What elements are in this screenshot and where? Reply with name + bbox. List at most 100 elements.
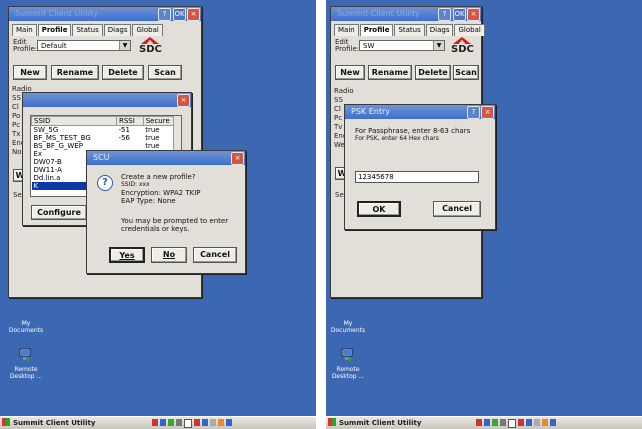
tab-status[interactable]: Status — [72, 24, 103, 36]
sdc-logo-text-2: SDC — [451, 44, 474, 55]
tray-icon-3[interactable] — [492, 419, 498, 426]
psk-ok-button[interactable]: OK — [357, 201, 401, 217]
tray-icon-6[interactable] — [194, 419, 200, 426]
table-row[interactable]: SW_5G -51 true — [32, 126, 181, 135]
tray-icon-6[interactable] — [518, 419, 524, 426]
start-button[interactable]: Summit Client Utility — [2, 418, 95, 427]
main-titlebar: Summit Client Utility ? OK × — [9, 7, 201, 21]
tray-icon-8[interactable] — [210, 419, 216, 426]
tab-main[interactable]: Main — [12, 24, 37, 36]
psk-titlebar: PSK Entry ? × — [345, 105, 495, 119]
chevron-down-icon[interactable]: ▼ — [119, 41, 130, 50]
tray-icon-2[interactable] — [160, 419, 166, 426]
configure-button[interactable]: Configure — [31, 205, 87, 220]
tray-icon-4[interactable] — [500, 419, 506, 426]
dialog-ssid: SSID: xxx — [121, 181, 150, 188]
cell-rssi — [117, 142, 144, 150]
system-tray-2 — [476, 419, 556, 428]
main-title-2: Summit Client Utility — [337, 9, 420, 18]
tray-icon-9[interactable] — [218, 419, 224, 426]
profile-value: Default — [41, 42, 67, 50]
ok-button[interactable]: OK — [173, 8, 186, 21]
image-divider — [316, 0, 326, 429]
tray-icon-1[interactable] — [152, 419, 158, 426]
close-button-2[interactable]: × — [467, 8, 480, 21]
scan-close-button[interactable]: × — [177, 94, 190, 107]
scan-button[interactable]: Scan — [148, 65, 182, 80]
tray-icon-4[interactable] — [176, 419, 182, 426]
tray-icon-10[interactable] — [226, 419, 232, 426]
tab-profile-2[interactable]: Profile — [359, 24, 394, 36]
tray-icon-8[interactable] — [534, 419, 540, 426]
psk-input[interactable]: 12345678 — [355, 171, 479, 183]
cancel-button[interactable]: Cancel — [193, 247, 237, 263]
help-button-2[interactable]: ? — [438, 8, 451, 21]
yes-button[interactable]: Yes — [109, 247, 145, 263]
tray-icon-7[interactable] — [526, 419, 532, 426]
cell-ssid: BS_BF_G_WEP — [33, 142, 83, 150]
my-documents-icon-label-2[interactable]: My Documents — [326, 320, 370, 334]
new-button-2[interactable]: New — [335, 65, 365, 80]
help-button[interactable]: ? — [158, 8, 171, 21]
dialog-encryption: Encryption: WPA2 TKIP — [121, 189, 201, 197]
scan-button-2[interactable]: Scan — [453, 65, 479, 80]
left-screen: Summit Client Utility ? OK × Main Profil… — [0, 0, 316, 429]
remote-desktop-icon[interactable] — [18, 348, 32, 362]
tray-icon-5[interactable] — [184, 419, 192, 428]
tab-diags[interactable]: Diags — [103, 24, 132, 36]
table-row[interactable]: BF_MS_TEST_BG -56 true — [32, 134, 181, 142]
chevron-down-icon[interactable]: ▼ — [433, 41, 444, 50]
rename-button[interactable]: Rename — [51, 65, 99, 80]
dialog-close-button[interactable]: × — [231, 152, 244, 165]
remote-desktop-icon[interactable] — [340, 348, 354, 362]
close-button[interactable]: × — [187, 8, 200, 21]
dialog-message: Create a new profile? SSID: xxx Encrypti… — [121, 173, 200, 205]
main-titlebar-2: Summit Client Utility ? OK × — [331, 7, 481, 21]
remote-desktop-label-2[interactable]: Remote Desktop ... — [326, 366, 372, 380]
delete-button[interactable]: Delete — [102, 65, 144, 80]
psk-cancel-button[interactable]: Cancel — [433, 201, 481, 217]
rename-button-2[interactable]: Rename — [368, 65, 412, 80]
tray-icon-1[interactable] — [476, 419, 482, 426]
tab-global[interactable]: Global — [132, 24, 163, 36]
start-button-2[interactable]: Summit Client Utility — [328, 418, 421, 427]
tray-icon-9[interactable] — [542, 419, 548, 426]
tab-main-2[interactable]: Main — [334, 24, 359, 36]
col-rssi[interactable]: RSSI — [116, 116, 144, 126]
edit-profile-label: Edit Profile: — [13, 38, 38, 53]
no-button[interactable]: No — [151, 247, 187, 263]
tab-diags-2[interactable]: Diags — [425, 24, 454, 36]
new-button[interactable]: New — [13, 65, 47, 80]
psk-line-passphrase: For Passphrase, enter 8-63 chars — [355, 127, 471, 135]
system-tray — [152, 419, 232, 428]
psk-entry-dialog: PSK Entry ? × For Passphrase, enter 8-63… — [344, 104, 496, 230]
tray-icon-7[interactable] — [202, 419, 208, 426]
my-documents-icon-label[interactable]: My Documents — [4, 320, 48, 334]
psk-help-button[interactable]: ? — [467, 106, 480, 119]
scan-titlebar: × — [23, 93, 191, 107]
psk-line-hex: For PSK, enter 64 Hex chars — [355, 135, 439, 142]
tab-status-2[interactable]: Status — [394, 24, 425, 36]
dialog-eap-type: EAP Type: None — [121, 197, 176, 205]
tray-icon-2[interactable] — [484, 419, 490, 426]
profile-combo-2[interactable]: SW ▼ — [359, 40, 445, 51]
tab-global-2[interactable]: Global — [454, 24, 485, 36]
taskbar: Summit Client Utility — [0, 416, 316, 429]
partial-label-se: Se — [13, 191, 22, 199]
profile-combo[interactable]: Default ▼ — [37, 40, 131, 51]
tray-icon-3[interactable] — [168, 419, 174, 426]
tray-icon-10[interactable] — [550, 419, 556, 426]
edit-profile-label-2: Edit Profile: — [335, 38, 360, 53]
remote-desktop-label[interactable]: Remote Desktop ... — [2, 366, 50, 380]
cell-rssi: -56 — [118, 134, 130, 142]
col-ssid[interactable]: SSID — [31, 116, 117, 126]
psk-close-button[interactable]: × — [481, 106, 494, 119]
tab-profile[interactable]: Profile — [37, 24, 72, 36]
cell-ssid: SW_5G — [33, 126, 59, 134]
table-row[interactable]: BS_BF_G_WEP true — [32, 142, 181, 150]
partial-label-se-2: Se — [335, 191, 344, 199]
delete-button-2[interactable]: Delete — [415, 65, 451, 80]
tray-icon-5[interactable] — [508, 419, 516, 428]
sdc-logo-2: SDC — [451, 37, 474, 55]
ok-button-2[interactable]: OK — [453, 8, 466, 21]
